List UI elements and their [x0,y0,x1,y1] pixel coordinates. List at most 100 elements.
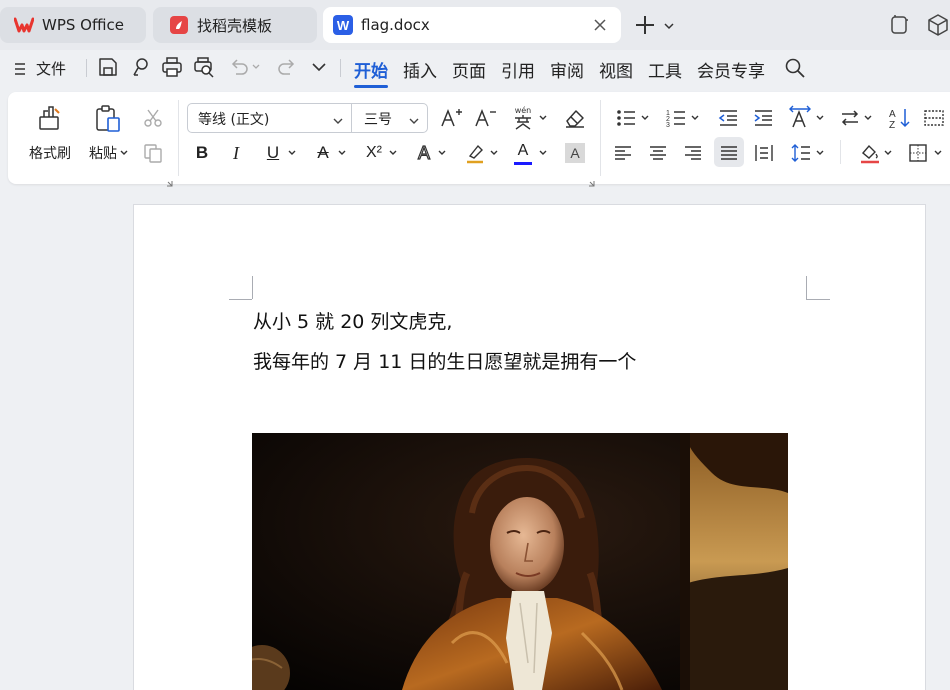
chevron-down-icon[interactable] [286,147,298,159]
strikethrough-button[interactable]: A [313,142,333,164]
ribbon-tabs: 开始 插入 页面 引用 审阅 视图 工具 会员专享 [354,57,780,88]
chevron-down-icon[interactable] [336,147,348,159]
borders-icon[interactable] [907,142,929,164]
clear-format-eraser-icon[interactable] [563,106,587,130]
pinyin-guide-icon[interactable]: wén [510,104,536,132]
word-doc-icon: W [333,15,353,35]
margin-corner-marker [252,276,253,299]
print-preview-icon[interactable] [193,56,215,78]
paste-button[interactable]: 粘贴 [84,144,122,162]
tab-review[interactable]: 审阅 [550,57,584,82]
bold-button[interactable]: B [192,142,212,164]
tab-home[interactable]: 开始 [354,57,388,88]
print-icon[interactable] [161,56,183,78]
italic-button[interactable]: I [226,142,246,164]
home-ribbon: 格式刷 粘贴 等线 (正文) 三号 wén B I U A X² A A A 1… [8,92,950,187]
copy-icon[interactable] [142,142,164,164]
cut-icon[interactable] [142,107,164,129]
tab-member[interactable]: 会员专享 [697,57,765,82]
character-shading-button[interactable]: A [565,143,585,163]
divider [340,59,341,77]
tab-references[interactable]: 引用 [501,57,535,82]
export-pdf-icon[interactable] [130,56,152,78]
svg-text:3: 3 [666,122,670,129]
window-restore-icon[interactable] [888,14,910,36]
divider [351,104,352,132]
chevron-down-icon[interactable] [882,147,894,159]
font-color-glyph: A [517,141,529,159]
increase-indent-icon[interactable] [751,106,775,130]
plus-icon[interactable] [633,13,657,37]
shrink-font-icon[interactable] [473,106,497,130]
font-color-button[interactable]: A [513,139,533,167]
save-icon[interactable] [97,56,119,78]
justify-icon[interactable] [718,142,740,164]
redo-icon[interactable] [276,56,298,78]
chevron-down-icon[interactable] [639,112,651,124]
docer-logo-icon [169,15,189,35]
chevron-down-icon[interactable] [332,112,344,124]
distributed-align-icon[interactable] [753,142,775,164]
bullet-list-icon[interactable] [614,106,638,130]
clipboard-group-expand-icon[interactable] [166,172,173,187]
text-effect-button[interactable]: A [413,142,435,164]
text-direction-icon[interactable] [787,105,813,131]
font-selector[interactable]: 等线 (正文) 三号 [187,103,428,133]
close-icon[interactable] [591,16,609,34]
tab-view[interactable]: 视图 [599,57,633,82]
tab-tools[interactable]: 工具 [648,57,682,82]
align-left-icon[interactable] [612,142,634,164]
superscript-button[interactable]: X² [361,142,387,164]
search-icon[interactable] [784,57,806,79]
file-menu[interactable]: 文件 [14,58,66,79]
hamburger-icon [14,61,26,77]
undo-dropdown-chevron-icon[interactable] [250,56,262,78]
chevron-down-icon[interactable] [862,112,874,124]
chevron-down-icon[interactable] [814,112,826,124]
highlight-icon[interactable] [463,141,487,165]
portrait-image[interactable] [252,433,788,690]
chevron-down-icon[interactable] [689,112,701,124]
tab-wps-office[interactable]: WPS Office [0,7,146,43]
chevron-down-icon[interactable] [814,147,826,159]
table-border-icon[interactable] [922,106,946,130]
line-spacing-icon[interactable] [789,141,813,165]
document-paragraph[interactable]: 我每年的 7 月 11 日的生日愿望就是拥有一个 [253,347,636,374]
tab-template-store[interactable]: 找稻壳模板 [153,7,317,43]
paste-dropdown-chevron-icon[interactable] [118,147,130,159]
cube-icon[interactable] [926,13,950,37]
align-center-icon[interactable] [647,142,669,164]
chevron-down-icon[interactable] [408,112,420,124]
paste-icon[interactable] [92,104,124,134]
tab-page[interactable]: 页面 [452,57,486,82]
chevron-down-icon[interactable] [488,147,500,159]
svg-text:A: A [889,109,896,120]
undo-icon[interactable] [228,56,250,78]
svg-text:W: W [337,18,350,33]
font-group-expand-icon[interactable] [588,172,595,187]
sort-icon[interactable]: AZ [888,106,912,130]
chevron-down-icon[interactable] [932,147,944,159]
divider [840,140,841,164]
format-painter-icon[interactable] [34,104,64,134]
font-size-field[interactable]: 三号 [364,109,392,129]
align-right-icon[interactable] [682,142,704,164]
tab-document[interactable]: W flag.docx [323,7,621,43]
font-name-field[interactable]: 等线 (正文) [198,109,269,129]
document-paragraph[interactable]: 从小 5 就 20 列文虎克, [253,307,452,334]
tab-label: WPS Office [42,16,124,34]
chevron-down-icon[interactable] [537,112,549,124]
numbered-list-icon[interactable]: 123 [664,106,688,130]
paragraph-direction-icon[interactable] [838,106,862,130]
chevron-down-icon[interactable] [387,147,399,159]
chevron-down-icon[interactable] [662,18,676,32]
format-painter-button[interactable]: 格式刷 [26,144,74,162]
chevron-down-icon[interactable] [537,147,549,159]
shading-bucket-icon[interactable] [858,141,882,165]
chevron-down-icon[interactable] [436,147,448,159]
decrease-indent-icon[interactable] [716,106,740,130]
underline-button[interactable]: U [263,142,283,164]
grow-font-icon[interactable] [439,106,463,130]
tab-insert[interactable]: 插入 [403,57,437,82]
more-chevron-icon[interactable] [308,56,330,78]
